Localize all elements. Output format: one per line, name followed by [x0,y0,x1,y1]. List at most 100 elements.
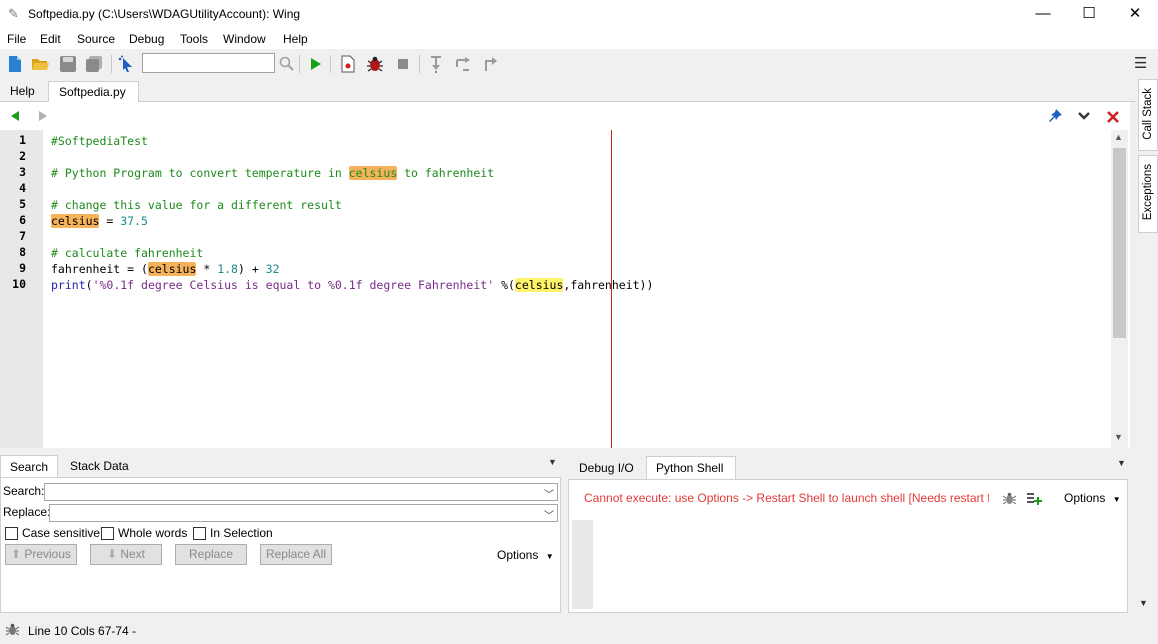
tab-exceptions[interactable]: Exceptions [1138,155,1158,233]
status-bar: Line 10 Cols 67-74 - [0,616,1158,644]
minimize-button[interactable]: — [1020,0,1066,30]
line-number: 6 [19,213,26,227]
code-token: # change this value for a different resu… [51,198,342,212]
menu-bar: File Edit Source Debug Tools Window Help [0,30,1158,49]
code-token: ( [85,278,93,292]
close-editor-icon[interactable] [1106,110,1120,124]
toolbar-separator [299,55,300,73]
dropdown-arrow-icon[interactable]: ﹀ [544,507,554,522]
chevron-down-icon[interactable] [1077,111,1091,121]
step-out-icon[interactable] [481,55,499,73]
code-token: '%0.1f degree Celsius is equal to %0.1f … [92,278,495,292]
pin-icon[interactable] [1047,108,1063,124]
line-number-gutter: 1 2 3 4 5 6 7 8 9 10 [0,130,43,448]
debug-bug-icon[interactable] [1002,491,1017,506]
tab-help[interactable]: Help [0,81,45,102]
code-token: #SoftpediaTest [51,134,148,148]
file-tab-bar: Help Softpedia.py [0,79,1136,102]
code-line[interactable]: celsius = 37.5 [51,213,148,229]
code-token: # calculate fahrenheit [51,246,204,260]
tab-debug-io[interactable]: Debug I/O [570,456,643,479]
open-folder-icon[interactable] [31,55,49,73]
replace-all-button[interactable]: Replace All [260,544,332,565]
line-number: 10 [12,277,26,291]
menu-debug[interactable]: Debug [129,32,164,46]
tab-stack-data[interactable]: Stack Data [61,455,138,477]
cursor-position-status: Line 10 Cols 67-74 - [28,624,137,638]
menu-file[interactable]: File [7,32,26,46]
scroll-down-icon[interactable]: ▼ [1114,432,1123,442]
list-add-icon[interactable] [1026,491,1042,506]
dropdown-arrow-icon[interactable]: ﹀ [544,486,554,501]
save-icon[interactable] [59,55,77,73]
shell-error-message: Cannot execute: use Options -> Restart S… [584,491,989,505]
run-icon[interactable] [306,55,324,73]
menu-edit[interactable]: Edit [40,32,61,46]
select-pointer-icon[interactable] [117,55,135,73]
python-shell-body[interactable]: Cannot execute: use Options -> Restart S… [568,479,1128,613]
search-options-menu[interactable]: Options ▼ [497,548,554,562]
shell-options-menu[interactable]: Options ▼ [1064,491,1121,505]
replace-input[interactable]: ﹀ [49,504,558,522]
replace-button[interactable]: Replace [175,544,247,565]
code-token: * [196,262,218,276]
code-line[interactable]: #SoftpediaTest [51,133,148,149]
code-line[interactable]: # calculate fahrenheit [51,245,203,261]
whole-words-checkbox[interactable] [101,527,114,540]
code-line[interactable]: # Python Program to convert temperature … [51,165,494,181]
next-button[interactable]: ⬇ Next [90,544,162,565]
code-token: 32 [265,262,280,276]
code-token: fahrenheit = ( [51,262,148,276]
debug-status-bug-icon[interactable] [5,622,20,637]
line-number: 3 [19,165,26,179]
line-number: 7 [19,229,26,243]
search-field-label: Search: [3,484,45,498]
new-file-icon[interactable] [6,55,24,73]
code-line[interactable]: print('%0.1f degree Celsius is equal to … [51,277,653,293]
panel-menu-arrow-icon[interactable]: ▼ [1117,458,1126,468]
tab-call-stack[interactable]: Call Stack [1138,79,1158,151]
case-sensitive-checkbox[interactable] [5,527,18,540]
maximize-button[interactable]: ☐ [1066,0,1112,30]
highlighted-token: celsius [51,214,100,228]
tab-search[interactable]: Search [0,455,59,477]
toolbar-separator [419,55,420,73]
hamburger-menu-icon[interactable]: ☰ [1134,54,1147,72]
bug-icon[interactable] [366,55,384,73]
step-over-icon[interactable] [454,55,472,73]
editor-nav-row [0,102,1130,130]
search-panel-body: Search: ﹀ Replace: ﹀ Case sensitive Whol… [0,477,561,613]
in-selection-checkbox[interactable] [193,527,206,540]
window-title: Softpedia.py (C:\Users\WDAGUtilityAccoun… [28,7,301,21]
editor-vertical-scrollbar[interactable]: ▲ ▼ [1111,130,1128,448]
code-token: 1.8 [217,262,238,276]
code-text-area[interactable]: #SoftpediaTest # Python Program to conver… [51,130,1111,448]
previous-button[interactable]: ⬆ Previous [5,544,77,565]
debug-file-icon[interactable] [339,55,357,73]
toolbar-search-input[interactable] [142,53,275,73]
stop-icon[interactable] [394,55,412,73]
tab-python-shell[interactable]: Python Shell [646,456,736,479]
menu-source[interactable]: Source [77,32,115,46]
code-line[interactable]: fahrenheit = (celsius * 1.8) + 32 [51,261,280,277]
menu-tools[interactable]: Tools [180,32,208,46]
forward-arrow-icon[interactable] [37,110,49,122]
close-window-button[interactable]: ✕ [1112,0,1158,30]
search-input[interactable]: ﹀ [44,483,558,501]
dropdown-arrow-icon: ▼ [1112,495,1121,504]
code-line[interactable]: # change this value for a different resu… [51,197,342,213]
back-arrow-icon[interactable] [9,110,21,122]
toolbar-separator [330,55,331,73]
wing-ide-window: ✎ Softpedia.py (C:\Users\WDAGUtilityAcco… [0,0,1158,644]
panel-menu-arrow-icon[interactable]: ▼ [548,457,557,467]
save-all-icon[interactable] [85,55,103,73]
scrollbar-thumb[interactable] [1113,148,1126,338]
tab-softpedia-py[interactable]: Softpedia.py [48,81,139,102]
scroll-up-icon[interactable]: ▲ [1114,132,1123,142]
menu-window[interactable]: Window [223,32,266,46]
scroll-down-icon[interactable]: ▼ [1139,598,1148,608]
search-magnifier-icon[interactable] [278,55,296,73]
code-token: = [99,214,121,228]
menu-help[interactable]: Help [283,32,308,46]
step-into-icon[interactable] [427,55,445,73]
